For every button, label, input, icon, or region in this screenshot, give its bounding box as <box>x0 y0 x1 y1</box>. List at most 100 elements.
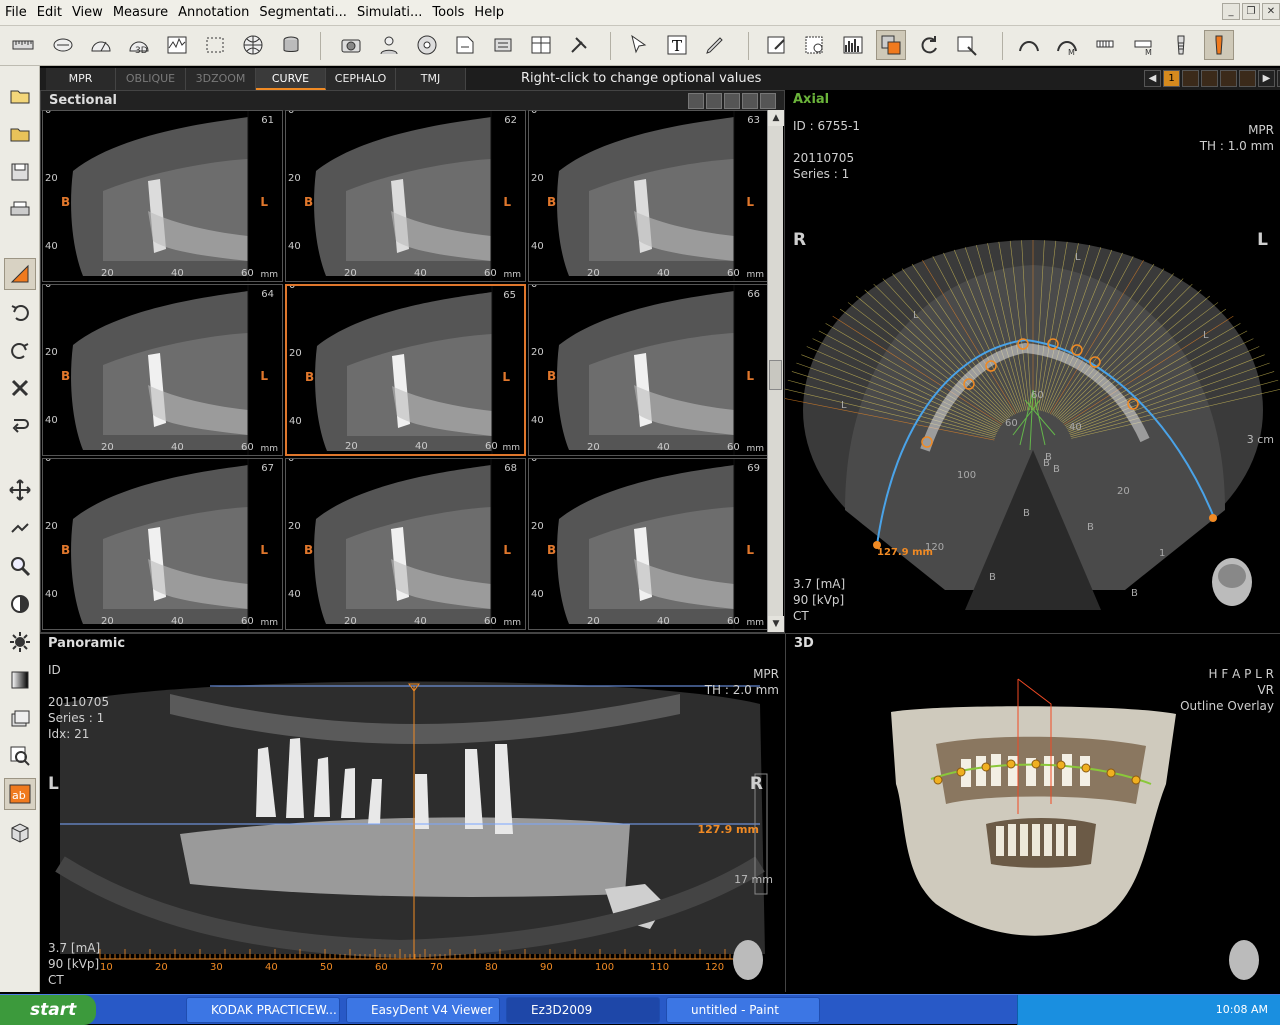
pager-page[interactable] <box>1201 70 1218 87</box>
pointer-icon[interactable] <box>624 30 654 60</box>
gradient-icon[interactable] <box>4 664 36 696</box>
menu-view[interactable]: View <box>67 0 108 26</box>
open-file-icon[interactable] <box>4 80 36 112</box>
volume-cube-icon[interactable] <box>4 816 36 848</box>
arch-measure-icon[interactable]: M <box>1052 30 1082 60</box>
panel-layout-icon[interactable] <box>742 93 758 109</box>
zoom-region-icon[interactable] <box>800 30 830 60</box>
arch-curve-icon[interactable] <box>1014 30 1044 60</box>
sectional-slice[interactable]: 64 B L 0 20 40 20 40 60 mm <box>42 284 283 456</box>
panel-zoom-icon[interactable] <box>688 93 704 109</box>
brightness-icon[interactable] <box>4 626 36 658</box>
tab-mpr[interactable]: MPR <box>46 68 116 90</box>
axial-image[interactable] <box>785 90 1280 633</box>
panoramic-head-icon[interactable] <box>730 938 766 984</box>
menu-tools[interactable]: Tools <box>427 0 469 26</box>
scroll-down-icon[interactable]: ▼ <box>768 616 784 632</box>
sectional-slice[interactable]: 67 B L 0 20 40 20 40 60 mm <box>42 458 283 630</box>
scroll-thumb[interactable] <box>769 360 782 390</box>
layout-icon[interactable] <box>526 30 556 60</box>
sectional-slice[interactable]: 65 B L 0 20 40 20 40 60 mm <box>285 284 526 456</box>
contrast-icon[interactable] <box>4 588 36 620</box>
angle-gauge-icon[interactable] <box>86 30 116 60</box>
implant-icon[interactable] <box>1166 30 1196 60</box>
menu-simulati[interactable]: Simulati... <box>352 0 427 26</box>
camera-icon[interactable] <box>336 30 366 60</box>
implant-library-icon[interactable] <box>1204 30 1234 60</box>
profile-icon[interactable] <box>162 30 192 60</box>
menu-help[interactable]: Help <box>469 0 509 26</box>
globe-grid-icon[interactable] <box>238 30 268 60</box>
sectional-slice[interactable]: 63 B L 0 20 40 20 40 60 mm <box>528 110 769 282</box>
sectional-slice[interactable]: 69 B L 0 20 40 20 40 60 mm <box>528 458 769 630</box>
ruler-icon[interactable] <box>8 30 38 60</box>
sectional-slice[interactable]: 62 B L 0 20 40 20 40 60 mm <box>285 110 526 282</box>
sectional-slice[interactable]: 66 B L 0 20 40 20 40 60 mm <box>528 284 769 456</box>
teeth-icon[interactable] <box>1090 30 1120 60</box>
reset-view-icon[interactable] <box>952 30 982 60</box>
panel-maximize-icon[interactable] <box>760 93 776 109</box>
pager-page[interactable] <box>1239 70 1256 87</box>
volume-icon[interactable] <box>276 30 306 60</box>
folder-icon[interactable] <box>4 118 36 150</box>
label-tool-icon[interactable]: ab <box>4 778 36 810</box>
restore-icon[interactable]: ❐ <box>1242 3 1260 20</box>
pan-icon[interactable] <box>4 474 36 506</box>
3d-volume-render[interactable] <box>786 634 1280 993</box>
3d-measure-icon[interactable]: 3D <box>124 30 154 60</box>
patient-icon[interactable] <box>374 30 404 60</box>
sectional-scrollbar[interactable]: ▲ ▼ <box>767 110 784 632</box>
region-icon[interactable] <box>200 30 230 60</box>
pager-page[interactable] <box>1182 70 1199 87</box>
histogram-icon[interactable] <box>838 30 868 60</box>
sectional-slice[interactable]: 61 B L 0 20 40 20 40 60 mm <box>42 110 283 282</box>
text-tool-icon[interactable]: T <box>662 30 692 60</box>
tab-curve[interactable]: CURVE <box>256 68 326 90</box>
scroll-up-icon[interactable]: ▲ <box>768 110 784 126</box>
redo-icon[interactable] <box>4 334 36 366</box>
menu-annotation[interactable]: Annotation <box>173 0 254 26</box>
sectional-slice[interactable]: 68 B L 0 20 40 20 40 60 mm <box>285 458 526 630</box>
axial-head-orientation-icon[interactable] <box>1207 556 1257 612</box>
disc-icon[interactable] <box>412 30 442 60</box>
slices-icon[interactable] <box>4 702 36 734</box>
panoramic-image[interactable] <box>40 634 785 993</box>
pager-next-icon[interactable]: ▶ <box>1258 70 1275 87</box>
overlay-icon[interactable] <box>876 30 906 60</box>
tab-tmj[interactable]: TMJ <box>396 68 466 90</box>
taskbar-item[interactable]: Ez3D2009 <box>506 997 660 1023</box>
undo-icon[interactable] <box>4 296 36 328</box>
window-level-icon[interactable] <box>4 258 36 290</box>
pager-prev-icon[interactable]: ◀ <box>1144 70 1161 87</box>
rotate-icon[interactable] <box>914 30 944 60</box>
delete-icon[interactable] <box>4 372 36 404</box>
print-icon[interactable] <box>4 194 36 226</box>
export-icon[interactable] <box>450 30 480 60</box>
tab-3dzoom[interactable]: 3DZOOM <box>186 68 256 90</box>
close-icon[interactable]: ✕ <box>1262 3 1280 20</box>
pager-page[interactable] <box>1220 70 1237 87</box>
print-view-icon[interactable] <box>488 30 518 60</box>
tape-measure-icon[interactable] <box>48 30 78 60</box>
panel-play-icon[interactable] <box>706 93 722 109</box>
3d-head-icon[interactable] <box>1226 938 1262 984</box>
reset-icon[interactable] <box>4 410 36 442</box>
tools-icon[interactable] <box>564 30 594 60</box>
minimize-icon[interactable]: _ <box>1222 3 1240 20</box>
menu-measure[interactable]: Measure <box>108 0 173 26</box>
save-icon[interactable] <box>4 156 36 188</box>
taskbar-item[interactable]: EasyDent V4 Viewer <box>346 997 500 1023</box>
pager-current[interactable]: 1 <box>1163 70 1180 87</box>
menu-segmentati[interactable]: Segmentati... <box>254 0 352 26</box>
tab-cephalo[interactable]: CEPHALO <box>326 68 396 90</box>
pencil-icon[interactable] <box>700 30 730 60</box>
zoom-slice-icon[interactable] <box>4 740 36 772</box>
magnifier-icon[interactable] <box>4 550 36 582</box>
start-button[interactable]: start <box>0 995 96 1025</box>
menu-file[interactable]: File <box>0 0 32 26</box>
taskbar-item[interactable]: untitled - Paint <box>666 997 820 1023</box>
annotate-icon[interactable] <box>762 30 792 60</box>
rotate-3d-icon[interactable] <box>4 512 36 544</box>
panel-capture-icon[interactable] <box>724 93 740 109</box>
taskbar-item[interactable]: KODAK PRACTICEW... <box>186 997 340 1023</box>
